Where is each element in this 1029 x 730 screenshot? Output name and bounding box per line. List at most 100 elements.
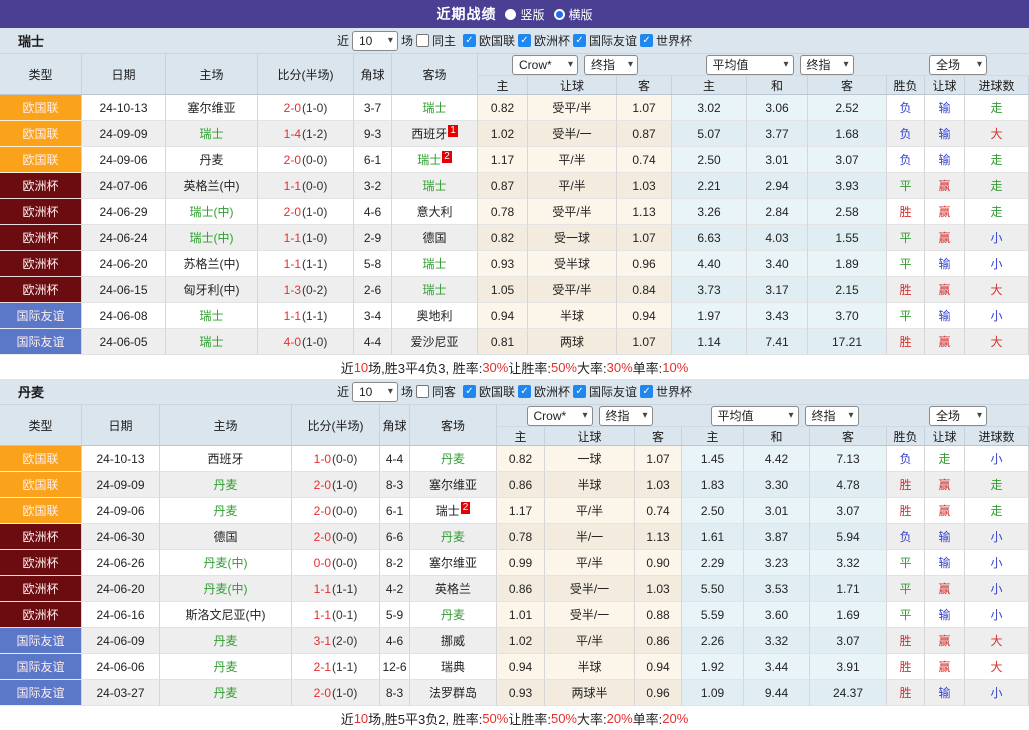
header-group-labels: 主让球客 (478, 76, 672, 94)
home-team: 丹麦 (160, 472, 292, 498)
avg-final-odds-select[interactable]: 终指▾ (805, 406, 859, 426)
odds-handicap: 受一球 (528, 225, 617, 251)
competition-checkbox-1[interactable]: ✓ (518, 34, 531, 47)
away-team: 丹麦 (410, 602, 497, 628)
result-outcome: 负 (887, 121, 925, 147)
team-name: 丹麦 (18, 382, 44, 401)
corners: 8-2 (380, 550, 410, 576)
competition-checkbox-3[interactable]: ✓ (640, 385, 653, 398)
odds-away: 0.88 (635, 602, 682, 628)
summary-text: 让胜率: (508, 358, 551, 377)
odds-away: 0.87 (617, 121, 672, 147)
odds-home: 0.81 (478, 329, 528, 355)
column-header: 日期 (82, 54, 166, 94)
competition-checkbox-2[interactable]: ✓ (573, 34, 586, 47)
same-venue-checkbox[interactable] (416, 34, 429, 47)
avg-final-odds-select[interactable]: 终指▾ (800, 55, 854, 75)
radio-horizontal-label: 横版 (569, 6, 593, 23)
corners: 3-2 (354, 173, 392, 199)
bookmaker-select[interactable]: Crow*▾ (512, 55, 578, 75)
bookmaker-select[interactable]: Crow*▾ (527, 406, 593, 426)
away-team: 西班牙1 (392, 121, 478, 147)
filter-bar: 近10▾场同主✓欧国联✓欧洲杯✓国际友谊✓世界杯 (337, 31, 692, 51)
same-venue-checkbox[interactable] (416, 385, 429, 398)
odds-away: 0.84 (617, 277, 672, 303)
radio-vertical-layout[interactable]: 竖版 (505, 6, 544, 23)
odds-away: 0.74 (635, 498, 682, 524)
final-odds-select[interactable]: 终指 ▾ (599, 406, 653, 426)
competition-checkbox-0[interactable]: ✓ (463, 34, 476, 47)
final-odds-select-value: 终指 (606, 407, 630, 424)
summary-text: 单率: (633, 709, 663, 728)
radio-horizontal-layout[interactable]: 横版 (554, 6, 593, 23)
competition-badge: 国际友谊 (0, 303, 82, 329)
score-halftime: (0-1) (332, 608, 357, 622)
away-team-name-text: 瑞士 (436, 504, 460, 518)
result-handicap: 输 (925, 121, 965, 147)
home-team-name-text: 丹麦(中) (204, 556, 248, 570)
column-header: 角球 (380, 405, 410, 445)
odds-handicap: 受平/半 (528, 95, 617, 121)
match-date: 24-10-13 (82, 95, 166, 121)
result-goals: 走 (965, 472, 1029, 498)
result-outcome: 胜 (887, 329, 925, 355)
average-select[interactable]: 平均值▾ (706, 55, 794, 75)
match-count-select[interactable]: 10▾ (352, 382, 398, 402)
corners: 3-4 (354, 303, 392, 329)
result-goals: 小 (965, 524, 1029, 550)
average-select-value: 平均值 (718, 407, 754, 424)
radio-horizontal-icon[interactable] (554, 9, 565, 20)
score-fulltime: 2-0 (314, 478, 331, 492)
average-select[interactable]: 平均值 ▾ (711, 406, 799, 426)
chevron-down-icon: ▾ (642, 411, 647, 421)
score: 1-1(0-1) (292, 602, 380, 628)
competition-checkbox-1[interactable]: ✓ (518, 385, 531, 398)
avg-draw: 3.17 (747, 277, 808, 303)
home-team-name: 丹麦(中) (204, 580, 248, 597)
header-group-labels: 主让球客 (497, 427, 682, 445)
competition-checkbox-0[interactable]: ✓ (463, 385, 476, 398)
score: 2-0(1-0) (258, 199, 354, 225)
sub-column-header: 胜负 (887, 427, 925, 445)
corners: 6-6 (380, 524, 410, 550)
score: 2-0(0-0) (292, 524, 380, 550)
home-team-name: 丹麦(中) (204, 554, 248, 571)
chevron-down-icon: ▾ (788, 411, 793, 421)
match-date: 24-06-09 (82, 628, 160, 654)
corners: 2-9 (354, 225, 392, 251)
scope-select[interactable]: 全场▾ (929, 55, 987, 75)
away-team-name-text: 瑞士 (422, 257, 446, 271)
home-team-name: 苏格兰(中) (184, 255, 240, 272)
radio-vertical-icon[interactable] (505, 9, 516, 20)
match-date: 24-07-06 (82, 173, 166, 199)
match-count-select[interactable]: 10▾ (352, 31, 398, 51)
scope-select[interactable]: 全场▾ (929, 406, 987, 426)
odds-home: 1.02 (497, 628, 545, 654)
team-section-header: 丹麦近10▾场同客✓欧国联✓欧洲杯✓国际友谊✓世界杯 (0, 379, 1029, 405)
final-odds-select[interactable]: 终指▾ (584, 55, 638, 75)
avg-home: 1.45 (682, 446, 744, 472)
home-team-name: 匈牙利(中) (184, 281, 240, 298)
competition-checkbox-3[interactable]: ✓ (640, 34, 653, 47)
odds-away: 0.86 (635, 628, 682, 654)
competition-label-1: 欧洲杯 (534, 32, 570, 49)
score-fulltime: 1-1 (314, 582, 331, 596)
score: 0-0(0-0) (292, 550, 380, 576)
odds-handicap: 半球 (545, 472, 635, 498)
result-goals: 小 (965, 225, 1029, 251)
result-goals: 小 (965, 680, 1029, 706)
away-team-name-text: 爱沙尼亚 (410, 335, 458, 349)
home-team-name-text: 塞尔维亚 (187, 101, 235, 115)
home-team: 瑞士(中) (166, 199, 258, 225)
column-header: 客场 (410, 405, 497, 445)
result-outcome: 胜 (887, 628, 925, 654)
tables-container: 瑞士近10▾场同主✓欧国联✓欧洲杯✓国际友谊✓世界杯类型日期主场比分(半场)角球… (0, 28, 1029, 730)
match-count-select-value: 10 (359, 34, 372, 48)
competition-label-0: 欧国联 (479, 32, 515, 49)
home-team-name-text: 丹麦 (199, 153, 223, 167)
avg-away: 24.37 (810, 680, 887, 706)
match-row: 欧洲杯24-06-29瑞士(中)2-0(1-0)4-6意大利0.78受平/半1.… (0, 199, 1029, 225)
competition-checkbox-2[interactable]: ✓ (573, 385, 586, 398)
home-team-name-text: 瑞士 (199, 335, 223, 349)
avg-away: 3.32 (810, 550, 887, 576)
